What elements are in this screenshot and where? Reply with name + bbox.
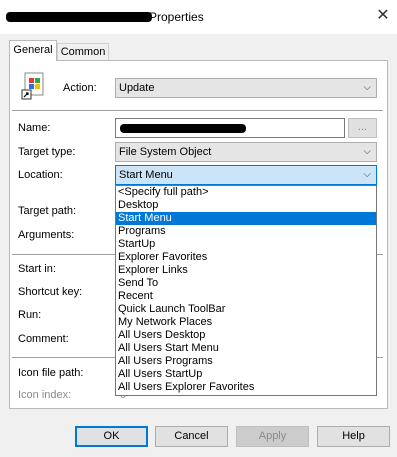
location-option[interactable]: Explorer Links <box>116 264 376 277</box>
run-label: Run: <box>18 309 42 321</box>
tab-common[interactable]: Common <box>57 43 109 60</box>
shortcut-key-label: Shortcut key: <box>18 286 83 298</box>
location-option[interactable]: All Users Start Menu <box>116 342 376 355</box>
location-option[interactable]: Recent <box>116 290 376 303</box>
close-icon[interactable]: ✕ <box>376 8 390 24</box>
location-option[interactable]: StartUp <box>116 238 376 251</box>
icon-index-label: Icon index: <box>18 389 72 401</box>
location-select[interactable]: Start Menu ⌵ <box>115 165 377 185</box>
location-option[interactable]: All Users StartUp <box>116 368 376 381</box>
location-option[interactable]: Programs <box>116 225 376 238</box>
target-path-label: Target path: <box>18 205 77 217</box>
shortcut-icon <box>21 72 47 100</box>
location-option[interactable]: Quick Launch ToolBar <box>116 303 376 316</box>
comment-label: Comment: <box>18 333 69 345</box>
target-type-value: File System Object <box>119 146 212 158</box>
help-button[interactable]: Help <box>317 426 390 447</box>
location-label: Location: <box>18 169 63 181</box>
icon-file-path-label: Icon file path: <box>18 367 84 379</box>
location-option[interactable]: Start Menu <box>116 212 376 225</box>
browse-button[interactable]: ... <box>348 118 377 138</box>
start-in-label: Start in: <box>18 263 56 275</box>
apply-button: Apply <box>236 426 309 447</box>
chevron-down-icon: ⌵ <box>363 146 371 157</box>
redacted-title-prefix <box>6 12 152 22</box>
location-option[interactable]: Desktop <box>116 199 376 212</box>
title-bar: Properties ✕ <box>0 0 397 34</box>
action-label: Action: <box>63 82 97 94</box>
location-option[interactable]: All Users Explorer Favorites <box>116 381 376 394</box>
location-option[interactable]: All Users Desktop <box>116 329 376 342</box>
chevron-down-icon: ⌵ <box>363 169 371 180</box>
cancel-button[interactable]: Cancel <box>155 426 228 447</box>
location-option[interactable]: My Network Places <box>116 316 376 329</box>
redacted-name-value <box>120 124 246 133</box>
ok-button[interactable]: OK <box>75 426 148 447</box>
action-value: Update <box>119 82 155 94</box>
action-select[interactable]: Update ⌵ <box>115 78 377 98</box>
location-dropdown-list[interactable]: <Specify full path> Desktop Start Menu Prog… <box>115 185 377 396</box>
window-title: Properties <box>149 10 204 24</box>
name-label: Name: <box>18 122 51 134</box>
target-type-select[interactable]: File System Object ⌵ <box>115 142 377 162</box>
location-value: Start Menu <box>119 169 173 181</box>
location-option[interactable]: Send To <box>116 277 376 290</box>
location-option[interactable]: <Specify full path> <box>116 186 376 199</box>
name-field[interactable] <box>115 118 345 138</box>
divider <box>12 110 383 111</box>
arguments-label: Arguments: <box>18 229 75 241</box>
tab-general[interactable]: General <box>9 40 57 61</box>
target-type-label: Target type: <box>18 146 76 158</box>
location-option[interactable]: Explorer Favorites <box>116 251 376 264</box>
chevron-down-icon: ⌵ <box>363 82 371 93</box>
location-option[interactable]: All Users Programs <box>116 355 376 368</box>
